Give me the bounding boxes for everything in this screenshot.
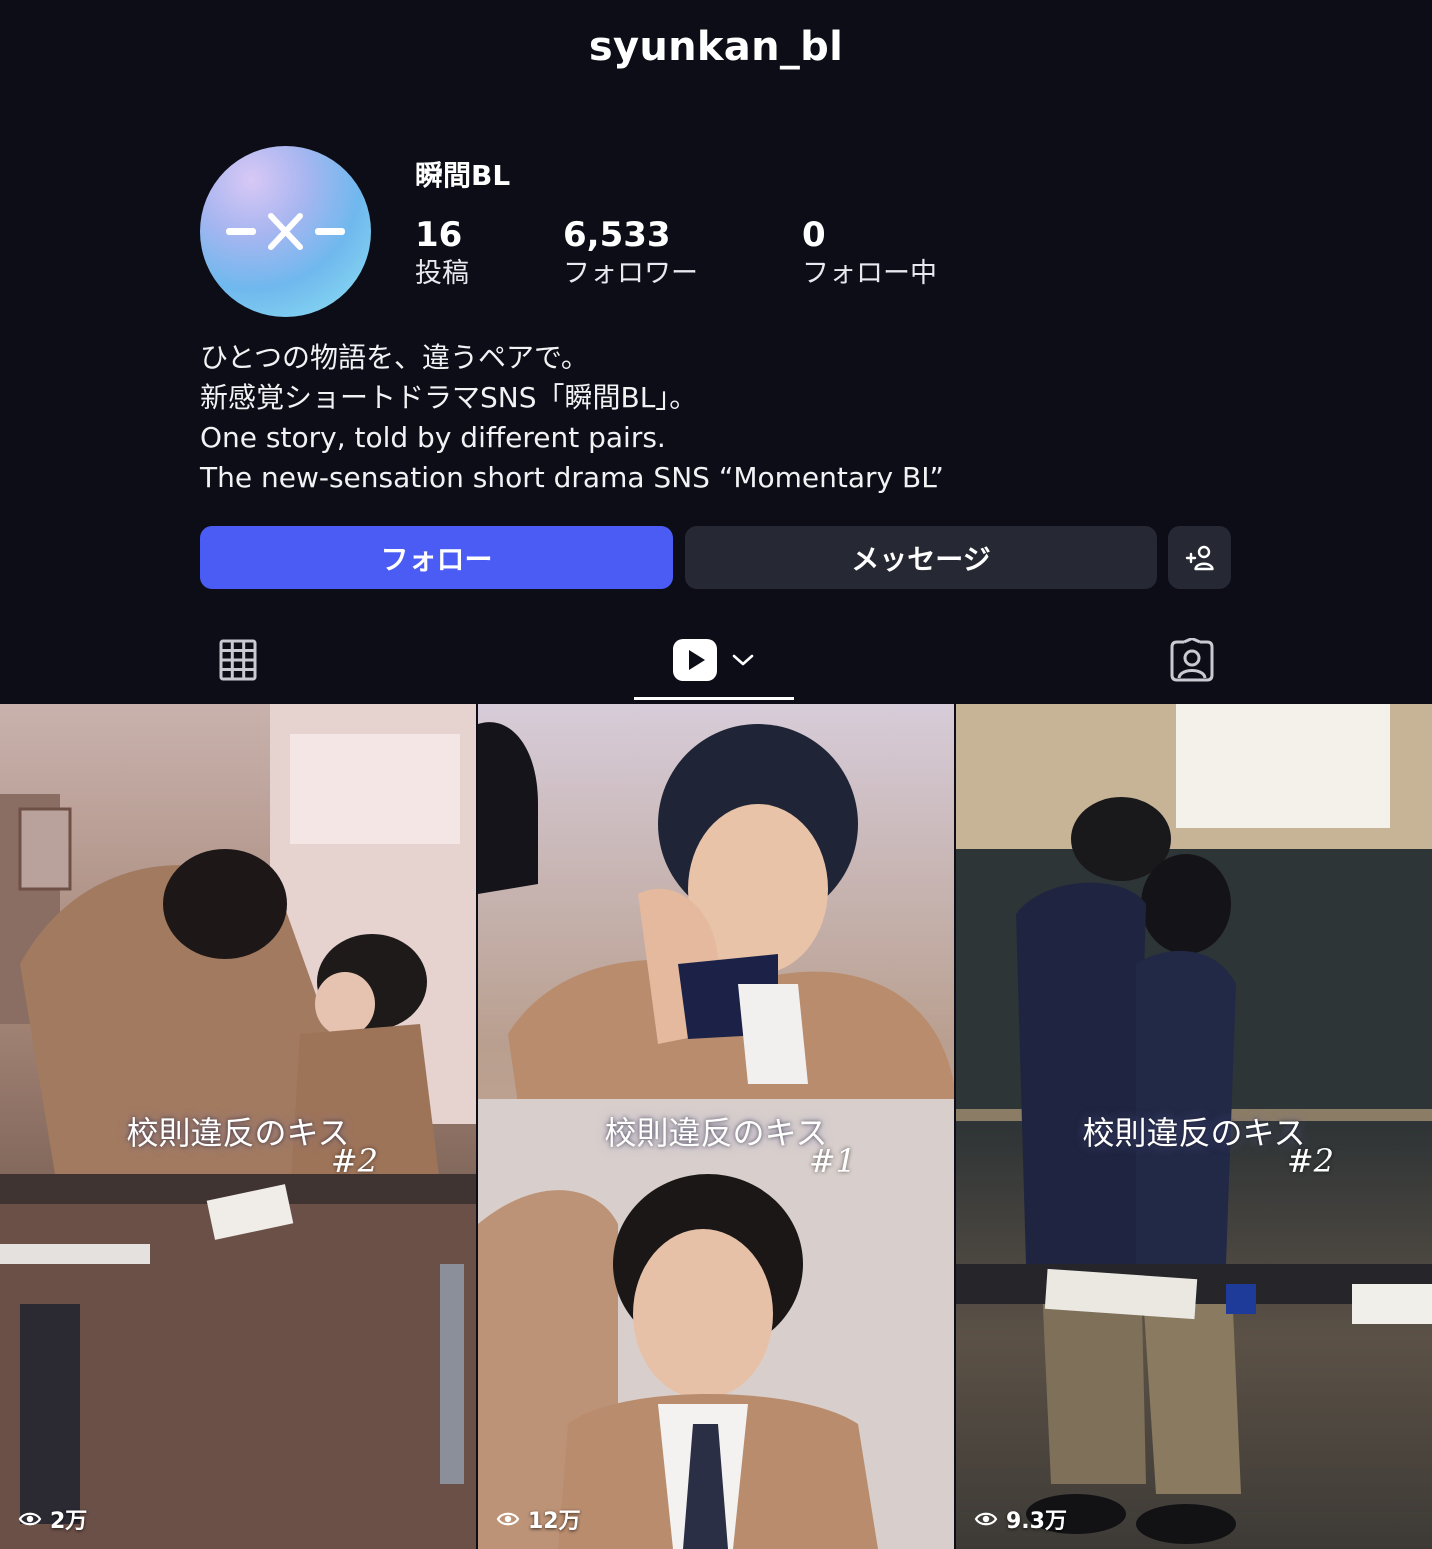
- stat-following[interactable]: 0 フォロー中: [802, 214, 937, 292]
- reel-title: 校則違反のキス: [126, 1114, 350, 1152]
- reels-play-icon: [673, 639, 717, 681]
- reel-episode: #1: [808, 1142, 856, 1180]
- stat-posts: 16 投稿: [415, 214, 469, 292]
- reel-views-value: 9.3万: [1006, 1509, 1067, 1534]
- reel-episode: #2: [330, 1142, 378, 1180]
- grid-icon: [219, 639, 257, 681]
- message-button[interactable]: メッセージ: [685, 526, 1157, 589]
- reel-title: 校則違反のキス: [1082, 1114, 1306, 1152]
- reel-episode: #2: [1286, 1142, 1334, 1180]
- stat-following-value[interactable]: 0: [802, 214, 937, 256]
- reel-views-value: 12万: [528, 1509, 581, 1534]
- stat-followers-label[interactable]: フォロワー: [563, 256, 698, 292]
- stat-followers[interactable]: 6,533 フォロワー: [563, 214, 698, 292]
- avatar-logo-icon: [226, 213, 345, 250]
- eye-icon: [18, 1512, 42, 1526]
- reel-thumbnail[interactable]: 校則違反のキス #2 2万: [0, 704, 476, 1549]
- bio-line: ひとつの物語を、違うペアで。: [200, 341, 589, 374]
- stat-posts-label: 投稿: [415, 258, 469, 289]
- display-name: 瞬間BL: [415, 159, 511, 192]
- suggest-people-button[interactable]: [1168, 526, 1231, 589]
- stat-posts-value: 16: [415, 215, 463, 255]
- avatar[interactable]: [200, 146, 371, 317]
- profile-bio: ひとつの物語を、違うペアで。 新感覚ショートドラマSNS「瞬間BL」。 One …: [200, 338, 1230, 498]
- reel-view-count: 2万: [18, 1503, 87, 1535]
- eye-icon: [496, 1512, 520, 1526]
- bio-line: 新感覚ショートドラマSNS「瞬間BL」。: [200, 381, 698, 414]
- bio-line: One story, told by different pairs.: [200, 421, 666, 454]
- eye-icon: [974, 1512, 998, 1526]
- stat-followers-value[interactable]: 6,533: [563, 214, 698, 256]
- tab-posts-grid[interactable]: [178, 620, 298, 700]
- reel-view-count: 9.3万: [974, 1503, 1067, 1535]
- stat-following-label[interactable]: フォロー中: [802, 256, 937, 292]
- reel-thumbnail[interactable]: 校則違反のキス #1 12万: [478, 704, 954, 1549]
- reel-view-count: 12万: [496, 1503, 581, 1535]
- bio-line: The new-sensation short drama SNS “Momen…: [200, 461, 944, 494]
- reel-title: 校則違反のキス: [604, 1114, 828, 1152]
- tab-reels[interactable]: [634, 620, 794, 700]
- profile-tabs: [0, 620, 1432, 704]
- tagged-person-icon: [1170, 638, 1214, 682]
- reel-views-value: 2万: [50, 1509, 88, 1534]
- profile-username-title: syunkan_bl: [588, 24, 844, 70]
- add-person-icon: [1185, 545, 1214, 570]
- follow-button[interactable]: フォロー: [200, 526, 673, 589]
- reel-thumbnail[interactable]: 校則違反のキス #2 9.3万: [956, 704, 1432, 1549]
- active-tab-indicator: [634, 697, 794, 700]
- reels-grid: 校則違反のキス #2 2万 校則違反のキス #1 12万 校則違反のキス #2 …: [0, 704, 1432, 1549]
- chevron-down-icon: [732, 654, 754, 666]
- tab-tagged[interactable]: [1132, 620, 1252, 700]
